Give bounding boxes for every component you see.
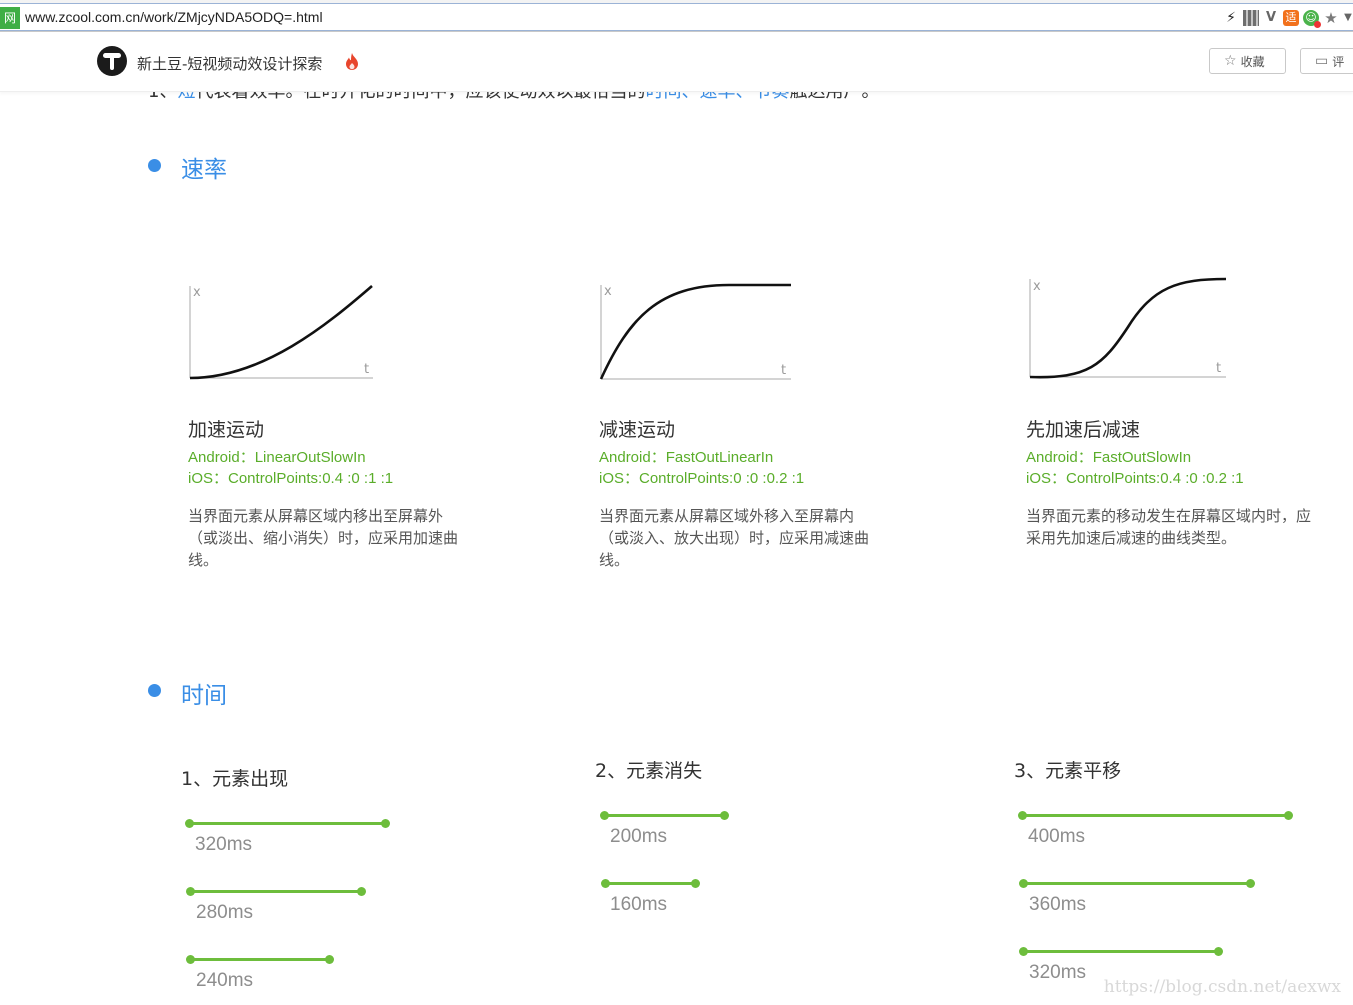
curve-description: 当界面元素的移动发生在屏幕区域内时，应采用先加速后减速的曲线类型。 (1026, 507, 1312, 547)
watermark: https://blog.csdn.net/aexwx (1103, 977, 1341, 997)
duration-label: 280ms (196, 902, 254, 923)
accelerate-curve-svg: x t (189, 285, 373, 380)
axis-label-x: x (604, 284, 612, 299)
android-interpolator: Android：LinearOutSlowIn (188, 449, 366, 466)
curve-name: 减速运动 (599, 419, 676, 441)
duration-label: 200ms (610, 826, 668, 847)
accelerate-curve (189, 285, 373, 380)
extension-toolbar: ⚡ V 适 ☺ ★ ▼ (1223, 9, 1353, 28)
duration-bar (600, 811, 729, 820)
android-interpolator: Android：FastOutSlowIn (1026, 449, 1192, 466)
qr-code-icon[interactable] (1243, 10, 1259, 26)
notification-dot-icon (1314, 21, 1321, 28)
section-bullet (148, 684, 161, 697)
curve-graph-ease-in-out: x t (1028, 277, 1228, 381)
axis-label-x: x (193, 285, 201, 300)
axis-label-t: t (781, 363, 786, 378)
duration-label: 160ms (610, 894, 668, 915)
timing-group-heading: 1、元素出现 (181, 768, 289, 790)
ease-in-out-curve (1029, 277, 1227, 379)
ios-control-points: iOS：ControlPoints:0 :0 :0.2 :1 (599, 470, 805, 487)
duration-bar (1019, 879, 1255, 888)
timing-group-heading: 3、元素平移 (1014, 760, 1122, 782)
page-title: 新土豆-短视频动效设计探索 (137, 55, 323, 73)
ios-control-points: iOS：ControlPoints:0.4 :0 :0.2 :1 (1026, 470, 1244, 487)
duration-label: 360ms (1029, 894, 1087, 915)
ios-control-points: iOS：ControlPoints:0.4 :0 :1 :1 (188, 470, 394, 487)
bolt-icon[interactable]: ⚡ (1223, 10, 1239, 26)
dropdown-caret-icon[interactable]: ▼ (1343, 10, 1353, 26)
decelerate-curve-svg: x t (599, 283, 791, 380)
curve-graph-decelerate: x t (599, 283, 794, 383)
duration-bar (185, 819, 390, 828)
timing-group-heading: 2、元素消失 (595, 760, 703, 782)
comment-bubble-icon: ▭ (1315, 53, 1329, 69)
curve-name: 加速运动 (188, 419, 265, 441)
url-text[interactable]: www.zcool.com.cn/work/ZMjcyNDA5ODQ=.html (25, 9, 323, 25)
duration-bar (186, 955, 334, 964)
fire-icon (346, 53, 358, 70)
curve-graph-accelerate: x t (188, 284, 378, 384)
site-identity-icon[interactable]: 网 (0, 7, 20, 29)
ease-in-out-curve-svg: x t (1029, 277, 1227, 379)
browser-address-bar: 网 www.zcool.com.cn/work/ZMjcyNDA5ODQ=.ht… (0, 0, 1353, 32)
axis-label-t: t (1216, 361, 1221, 376)
axis-label-x: x (1033, 279, 1041, 294)
axis-label-t: t (364, 362, 369, 377)
site-header: 新土豆-短视频动效设计探索 ☆ 收藏 ▭ 评 (0, 33, 1353, 92)
duration-bar (186, 887, 366, 896)
vue-icon[interactable]: V (1263, 10, 1279, 26)
comment-button[interactable]: ▭ 评 (1300, 48, 1353, 74)
section-title-speed: 速率 (181, 157, 227, 183)
curve-description: 当界面元素从屏幕区域内移出至屏幕外（或淡出、缩小消失）时，应采用加速曲线。 (188, 507, 459, 569)
zcool-logo-icon[interactable] (97, 46, 127, 76)
duration-label: 400ms (1028, 826, 1086, 847)
duration-label: 240ms (196, 970, 254, 991)
curve-description: 当界面元素从屏幕区域外移入至屏幕内（或淡入、放大出现）时，应采用减速曲线。 (599, 507, 870, 569)
bookmark-star-icon[interactable]: ★ (1323, 10, 1339, 26)
favorite-button[interactable]: ☆ 收藏 (1209, 48, 1286, 74)
section-title-time: 时间 (181, 683, 227, 709)
section-bullet (148, 159, 161, 172)
android-interpolator: Android：FastOutLinearIn (599, 449, 774, 466)
duration-bar (601, 879, 700, 888)
curve-name: 先加速后减速 (1026, 419, 1141, 441)
decelerate-curve (599, 283, 791, 380)
extension-orange-icon[interactable]: 适 (1283, 10, 1299, 26)
star-outline-icon: ☆ (1224, 53, 1237, 69)
favorite-label: 收藏 (1240, 54, 1265, 69)
comment-label: 评 (1332, 54, 1345, 69)
duration-bar (1019, 947, 1223, 956)
url-field[interactable]: 网 www.zcool.com.cn/work/ZMjcyNDA5ODQ=.ht… (0, 3, 1353, 31)
duration-bar (1018, 811, 1293, 820)
duration-label: 320ms (195, 834, 253, 855)
duration-label: 320ms (1029, 962, 1087, 983)
